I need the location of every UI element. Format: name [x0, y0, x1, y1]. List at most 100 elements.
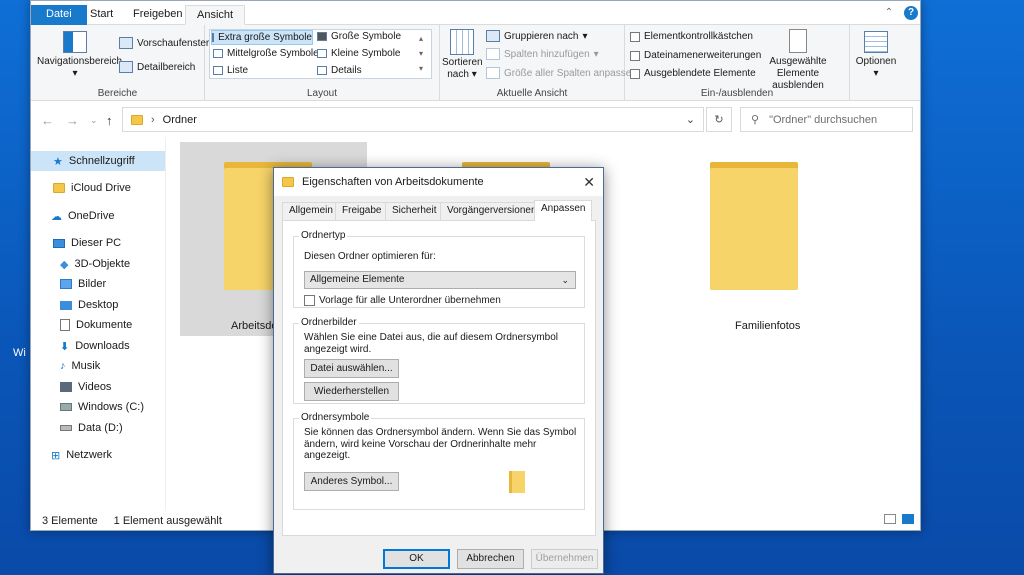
nav-item-dieser-pc[interactable]: Dieser PC	[53, 233, 121, 253]
tab-sicherheit[interactable]: Sicherheit	[385, 202, 444, 220]
tab-anpassen[interactable]: Anpassen	[534, 200, 593, 221]
nav-item-videos[interactable]: Videos	[60, 377, 111, 397]
recent-dropdown-icon[interactable]: ⌄	[90, 115, 98, 126]
chevron-down-icon: ⌄	[561, 275, 569, 285]
ribbon-tab-bar: Datei Start Freigeben Ansicht ⌃ ?	[31, 1, 920, 25]
help-icon[interactable]: ?	[904, 6, 918, 20]
fit-columns-icon	[486, 67, 500, 79]
details-icon	[317, 66, 327, 75]
layout-extra-large-icons[interactable]: Extra große Symbole	[211, 30, 313, 45]
address-toolbar: ← → ⌄ ↑ › Ordner ⌄ ↻ ⚲ "Ordner" durchsuc…	[31, 102, 920, 136]
nav-item-windows-c[interactable]: Windows (C:)	[60, 397, 144, 417]
nav-item-dokumente[interactable]: Dokumente	[60, 315, 132, 335]
add-columns-icon	[486, 48, 500, 60]
options-button[interactable]: Optionen ▾	[852, 31, 900, 80]
ordnerbilder-text-1: Wählen Sie eine Datei aus, die auf diese…	[304, 332, 559, 343]
hidden-items-checkbox[interactable]	[630, 68, 640, 79]
dialog-titlebar[interactable]: Eigenschaften von Arbeitsdokumente ✕	[274, 168, 603, 196]
tab-allgemein[interactable]: Allgemein	[282, 202, 340, 220]
details-pane-button[interactable]: Detailbereich	[119, 61, 195, 73]
desktop-icon-label[interactable]: Wi	[13, 347, 26, 359]
nav-item-desktop[interactable]: Desktop	[60, 295, 118, 315]
fit-columns-button[interactable]: Größe aller Spalten anpassen	[486, 67, 637, 79]
properties-dialog: Eigenschaften von Arbeitsdokumente ✕ All…	[273, 167, 604, 574]
layout-medium-icons[interactable]: Mittelgroße Symbole	[213, 48, 319, 59]
group-bereiche: Navigationsbereich ▾ Vorschaufenster Deta…	[31, 25, 209, 101]
tab-start[interactable]: Start	[79, 5, 124, 25]
tab-freigeben[interactable]: Freigeben	[122, 5, 194, 25]
cancel-button[interactable]: Abbrechen	[457, 549, 524, 569]
nav-item-musik[interactable]: ♪ Musik	[60, 356, 100, 376]
extra-large-icons-icon	[212, 33, 215, 42]
group-label-aktuelle-ansicht: Aktuelle Ansicht	[496, 88, 568, 99]
tab-panel-anpassen: Ordnertyp Diesen Ordner optimieren für: …	[282, 220, 596, 536]
fieldset-ordnertyp: Ordnertyp Diesen Ordner optimieren für: …	[293, 230, 585, 308]
group-label-layout: Layout	[306, 88, 338, 99]
layout-details[interactable]: Details	[317, 65, 362, 76]
tab-ansicht[interactable]: Ansicht	[185, 5, 246, 25]
layout-small-icons[interactable]: Kleine Symbole	[317, 48, 400, 59]
item-checkboxes-checkbox[interactable]	[630, 31, 640, 42]
back-arrow-icon[interactable]: ←	[41, 113, 54, 128]
ok-button[interactable]: OK	[383, 549, 450, 569]
folder-familienfotos[interactable]	[702, 162, 806, 292]
music-icon: ♪	[60, 360, 66, 372]
add-columns-button[interactable]: Spalten hinzufügen ▾	[486, 48, 599, 60]
nav-item-downloads[interactable]: ⬇ Downloads	[60, 336, 130, 356]
file-extensions-toggle[interactable]: Dateinamenerweiterungen	[630, 50, 761, 61]
choose-file-button[interactable]: Datei auswählen...	[304, 359, 399, 378]
nav-item-icloud-drive[interactable]: iCloud Drive	[53, 178, 131, 198]
apply-to-subfolders-option[interactable]: Vorlage für alle Unterordner übernehmen	[304, 295, 501, 306]
apply-button[interactable]: Übernehmen	[531, 549, 598, 569]
sort-by-button[interactable]: Sortieren nach ▾	[442, 29, 483, 81]
nav-item-onedrive[interactable]: ☁ OneDrive	[51, 206, 114, 226]
hidden-items-toggle[interactable]: Ausgeblendete Elemente	[630, 68, 756, 79]
nav-item-3d-objekte[interactable]: ◆ 3D-Objekte	[60, 254, 130, 274]
search-input[interactable]: ⚲ "Ordner" durchsuchen	[740, 107, 913, 132]
nav-item-bilder[interactable]: Bilder	[60, 274, 106, 294]
legend-ordnersymbole: Ordnersymbole	[299, 412, 372, 423]
nav-item-data-d[interactable]: Data (D:)	[60, 418, 123, 438]
forward-arrow-icon[interactable]: →	[66, 113, 79, 128]
navigation-pane: ★ Schnellzugriff iCloud Drive ☁ OneDrive D…	[31, 137, 166, 511]
nav-item-schnellzugriff[interactable]: ★ Schnellzugriff	[31, 151, 165, 171]
close-icon[interactable]: ✕	[583, 174, 595, 191]
change-icon-button[interactable]: Anderes Symbol...	[304, 472, 399, 491]
nav-item-netzwerk[interactable]: ⊞ Netzwerk	[51, 445, 112, 465]
collapse-ribbon-icon[interactable]: ⌃	[882, 6, 896, 20]
hide-selected-button[interactable]: Ausgewählte Elemente ausblenden	[753, 29, 843, 92]
drive-icon	[60, 403, 72, 411]
layout-scroll-arrows[interactable]: ▴ ▾ ▾	[419, 31, 423, 76]
navigation-pane-button[interactable]: Navigationsbereich ▾	[37, 31, 122, 80]
download-icon: ⬇	[60, 340, 70, 353]
restore-button[interactable]: Wiederherstellen	[304, 382, 399, 401]
address-bar[interactable]: › Ordner ⌄	[122, 107, 704, 132]
tab-freigabe[interactable]: Freigabe	[335, 202, 389, 220]
group-layout: Extra große Symbole Große Symbole Mittel…	[205, 25, 439, 101]
item-checkboxes-toggle[interactable]: Elementkontrollkästchen	[630, 31, 753, 42]
layout-large-icons[interactable]: Große Symbole	[317, 31, 401, 42]
layout-list[interactable]: Liste	[213, 65, 248, 76]
video-icon	[60, 382, 72, 392]
address-dropdown-icon[interactable]: ⌄	[686, 113, 695, 126]
list-icon	[213, 66, 223, 75]
group-aktuelle-ansicht: Sortieren nach ▾ Gruppieren nach ▾ Spalte…	[439, 25, 637, 101]
navigation-pane-icon	[63, 31, 87, 53]
ordnersymbole-text-1: Sie können das Ordnersymbol ändern. Wenn…	[304, 427, 577, 438]
large-icons-view-icon[interactable]	[902, 514, 914, 524]
group-label-ein-ausblenden: Ein-/ausblenden	[700, 88, 774, 99]
apply-to-subfolders-checkbox[interactable]	[304, 295, 315, 306]
breadcrumb-chevron-icon[interactable]: ›	[151, 114, 155, 126]
group-by-button[interactable]: Gruppieren nach ▾	[486, 30, 588, 42]
cloud-icon: ☁	[51, 210, 62, 223]
file-extensions-checkbox[interactable]	[630, 50, 640, 61]
details-view-icon[interactable]	[884, 514, 896, 524]
refresh-button[interactable]: ↻	[706, 107, 732, 132]
breadcrumb[interactable]: Ordner	[163, 114, 197, 126]
preview-pane-button[interactable]: Vorschaufenster	[119, 37, 209, 49]
tab-vorgaengerversionen[interactable]: Vorgängerversionen	[440, 202, 544, 220]
optimize-select[interactable]: Allgemeine Elemente ⌄	[304, 271, 576, 289]
star-icon: ★	[53, 155, 63, 168]
folder-icon	[282, 177, 294, 187]
up-arrow-icon[interactable]: ↑	[106, 113, 113, 128]
